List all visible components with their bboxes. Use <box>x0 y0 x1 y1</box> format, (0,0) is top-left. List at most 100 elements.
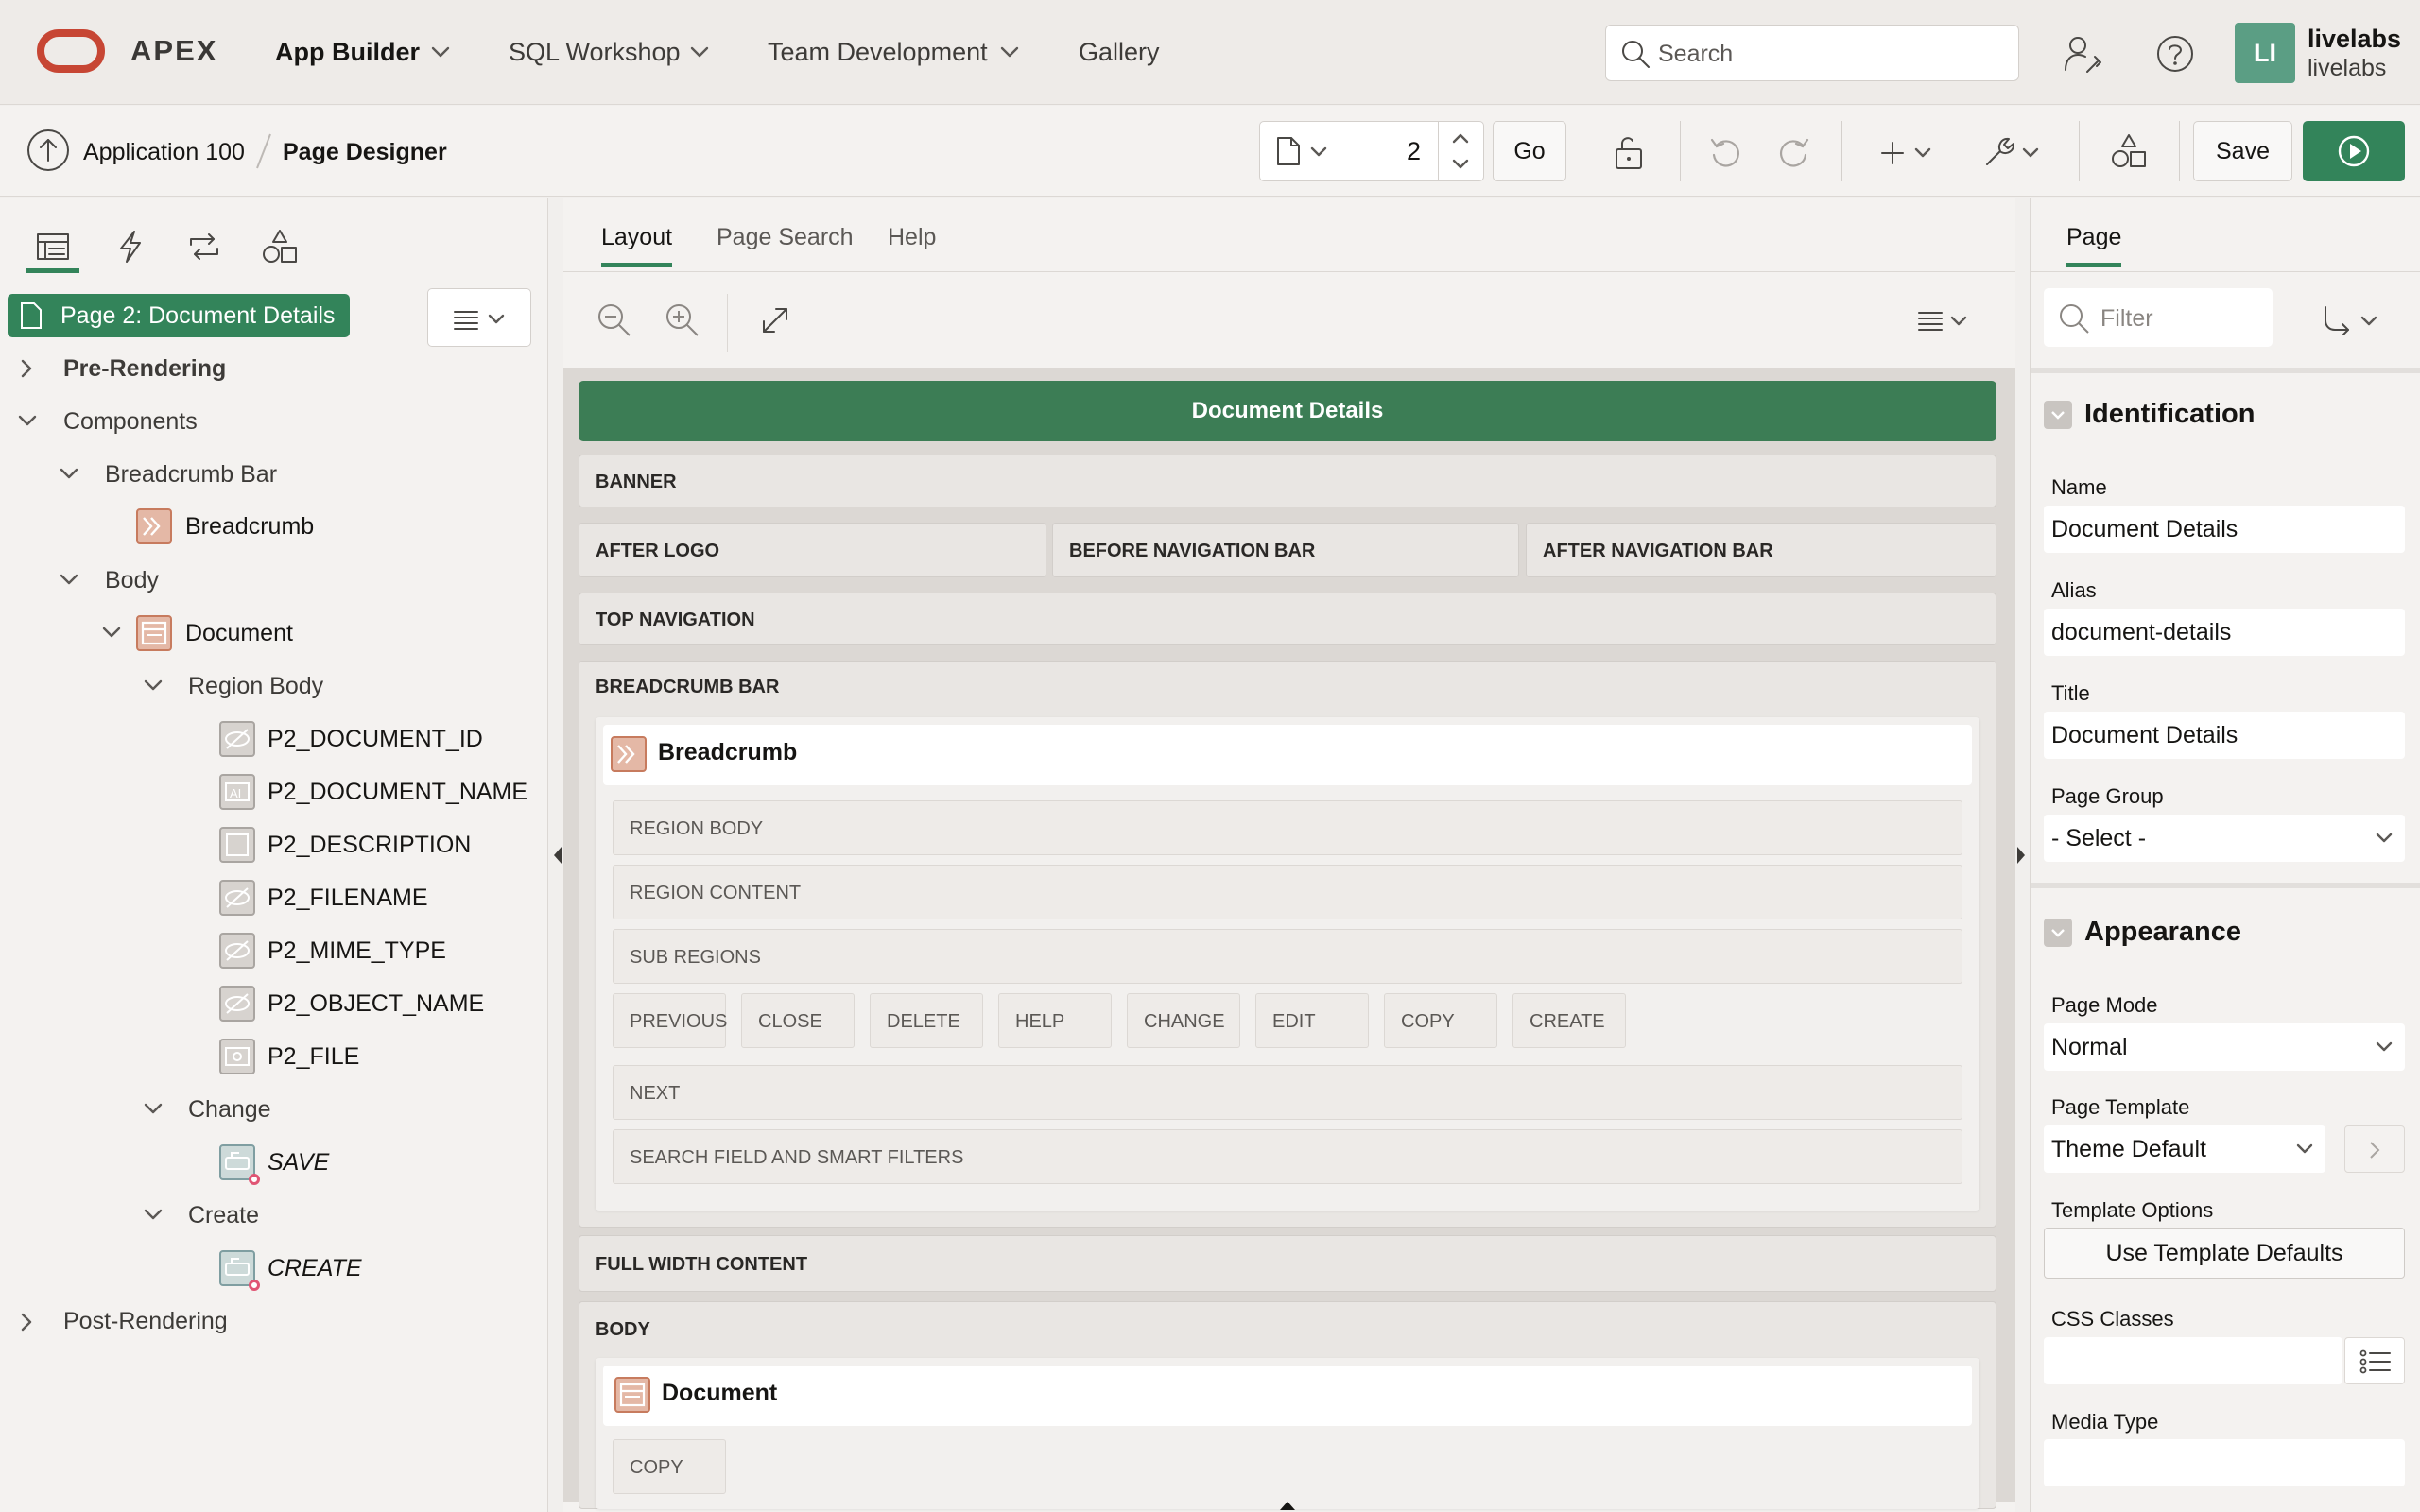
slot-top-navigation[interactable]: TOP NAVIGATION <box>579 593 1996 645</box>
nav-team-development[interactable]: Team Development <box>768 38 988 67</box>
tab-page-properties[interactable]: Page <box>2066 224 2122 267</box>
slot-full-width-content[interactable]: FULL WIDTH CONTENT <box>579 1235 1996 1292</box>
zoom-in-icon[interactable] <box>664 301 701 339</box>
tree-breadcrumb-bar[interactable]: Breadcrumb Bar <box>105 455 277 493</box>
go-button[interactable]: Go <box>1493 121 1566 181</box>
slot-after-navigation-bar[interactable]: AFTER NAVIGATION BAR <box>1526 523 1996 577</box>
tree-item[interactable]: P2_FILENAME <box>268 879 428 917</box>
media-type-field[interactable] <box>2044 1439 2405 1486</box>
tab-dynamic-actions[interactable] <box>104 216 157 273</box>
tree-item[interactable]: P2_OBJECT_NAME <box>268 985 484 1022</box>
use-template-defaults-button[interactable]: Use Template Defaults <box>2044 1228 2405 1279</box>
tree-create[interactable]: Create <box>188 1196 259 1234</box>
template-details-button[interactable] <box>2344 1125 2405 1173</box>
help-icon[interactable] <box>2155 34 2195 74</box>
apex-brand[interactable]: APEX <box>130 34 217 68</box>
section-identification[interactable]: Identification <box>2084 399 2255 430</box>
sub-search-field[interactable]: SEARCH FIELD AND SMART FILTERS <box>613 1129 1962 1184</box>
tree-post-rendering[interactable]: Post-Rendering <box>63 1302 228 1340</box>
utilities-wrench-icon[interactable] <box>1981 134 2017 170</box>
save-button[interactable]: Save <box>2193 121 2292 181</box>
slot-banner[interactable]: BANNER <box>579 455 1996 507</box>
document-region[interactable]: Document COPY <box>596 1358 1979 1509</box>
tree-item[interactable]: P2_DESCRIPTION <box>268 826 471 864</box>
breadcrumb-application[interactable]: Application 100 <box>83 139 245 166</box>
tab-page-search[interactable]: Page Search <box>717 224 854 251</box>
chevron-down-icon[interactable] <box>143 1207 164 1222</box>
chevron-down-icon[interactable] <box>17 413 38 428</box>
button-slot-close[interactable]: CLOSE <box>741 993 855 1048</box>
tab-layout[interactable]: Layout <box>601 224 673 267</box>
css-classes-field[interactable] <box>2044 1337 2342 1384</box>
chevron-down-icon[interactable] <box>1913 146 1932 160</box>
chevron-down-icon[interactable] <box>2021 146 2040 160</box>
tab-help[interactable]: Help <box>888 224 936 251</box>
button-slot-change[interactable]: CHANGE <box>1127 993 1240 1048</box>
button-slot-help[interactable]: HELP <box>998 993 1112 1048</box>
css-classes-picker-button[interactable] <box>2344 1337 2405 1384</box>
button-slot-delete[interactable]: DELETE <box>870 993 983 1048</box>
tree-change[interactable]: Change <box>188 1091 271 1128</box>
chevron-down-icon[interactable] <box>101 625 122 640</box>
chevron-right-icon[interactable] <box>19 1312 34 1332</box>
chevron-right-icon[interactable] <box>19 358 34 379</box>
alias-field[interactable]: document-details <box>2044 609 2405 656</box>
tab-shared-components[interactable] <box>253 216 306 273</box>
search-input[interactable]: Search <box>1605 25 2019 81</box>
nav-gallery[interactable]: Gallery <box>1079 38 1160 67</box>
button-slot-create[interactable]: CREATE <box>1512 993 1626 1048</box>
chevron-down-icon[interactable] <box>430 45 451 59</box>
tree-menu-button[interactable] <box>427 288 531 347</box>
sub-region-content[interactable]: REGION CONTENT <box>613 865 1962 919</box>
tree-document[interactable]: Document <box>185 614 293 652</box>
page-mode-select[interactable]: Normal <box>2044 1023 2405 1071</box>
tree-button-create[interactable]: CREATE <box>268 1249 362 1287</box>
breadcrumb-region[interactable]: Breadcrumb REGION BODY REGION CONTENT SU… <box>596 717 1979 1211</box>
redo-icon[interactable] <box>1776 136 1810 170</box>
name-field[interactable]: Document Details <box>2044 506 2405 553</box>
page-template-select[interactable]: Theme Default <box>2044 1125 2325 1173</box>
chevron-down-icon[interactable] <box>1949 315 1968 328</box>
scroll-up-indicator-icon[interactable] <box>1278 1500 1297 1512</box>
chevron-down-icon[interactable] <box>999 45 1020 59</box>
property-filter-input[interactable]: Filter <box>2044 288 2273 347</box>
chevron-down-icon[interactable] <box>143 1101 164 1116</box>
up-arrow-icon[interactable] <box>26 129 70 172</box>
tree-item[interactable]: P2_DOCUMENT_NAME <box>268 773 527 811</box>
slot-before-navigation-bar[interactable]: BEFORE NAVIGATION BAR <box>1052 523 1519 577</box>
tree-button-save[interactable]: SAVE <box>268 1143 329 1181</box>
section-appearance[interactable]: Appearance <box>2084 917 2241 948</box>
title-field[interactable]: Document Details <box>2044 712 2405 759</box>
tree-item[interactable]: P2_MIME_TYPE <box>268 932 446 970</box>
nav-app-builder[interactable]: App Builder <box>275 38 420 67</box>
tab-processing[interactable] <box>178 216 231 273</box>
chevron-down-icon[interactable] <box>1309 146 1328 159</box>
tree-item[interactable]: P2_DOCUMENT_ID <box>268 720 483 758</box>
avatar[interactable]: LI <box>2235 23 2295 83</box>
shared-components-icon[interactable] <box>2110 132 2148 170</box>
tab-rendering[interactable] <box>26 216 79 273</box>
tree-components[interactable]: Components <box>63 403 198 440</box>
sub-region-body[interactable]: REGION BODY <box>613 800 1962 855</box>
chevron-down-icon[interactable] <box>1451 158 1470 171</box>
user-name[interactable]: livelabs <box>2308 25 2401 54</box>
undo-icon[interactable] <box>1709 136 1743 170</box>
expand-icon[interactable] <box>758 303 792 337</box>
collapse-identification-icon[interactable] <box>2044 401 2072 429</box>
page-node-selected[interactable]: Page 2: Document Details <box>8 294 351 337</box>
chevron-down-icon[interactable] <box>2360 315 2378 328</box>
create-plus-icon[interactable] <box>1879 140 1906 166</box>
go-to-group-icon[interactable] <box>2320 303 2352 335</box>
zoom-out-icon[interactable] <box>596 301 633 339</box>
tree-region-body[interactable]: Region Body <box>188 667 323 705</box>
button-slot-copy[interactable]: COPY <box>1384 993 1497 1048</box>
unlock-icon[interactable] <box>1611 134 1649 172</box>
page-group-select[interactable]: - Select - <box>2044 815 2405 862</box>
collapse-appearance-icon[interactable] <box>2044 919 2072 947</box>
sub-next[interactable]: NEXT <box>613 1065 1962 1120</box>
chevron-down-icon[interactable] <box>59 466 79 481</box>
page-title-bar[interactable]: Document Details <box>579 381 1996 441</box>
button-slot-previous[interactable]: PREVIOUS <box>613 993 727 1048</box>
chevron-up-icon[interactable] <box>1451 131 1470 145</box>
chevron-down-icon[interactable] <box>143 678 164 693</box>
